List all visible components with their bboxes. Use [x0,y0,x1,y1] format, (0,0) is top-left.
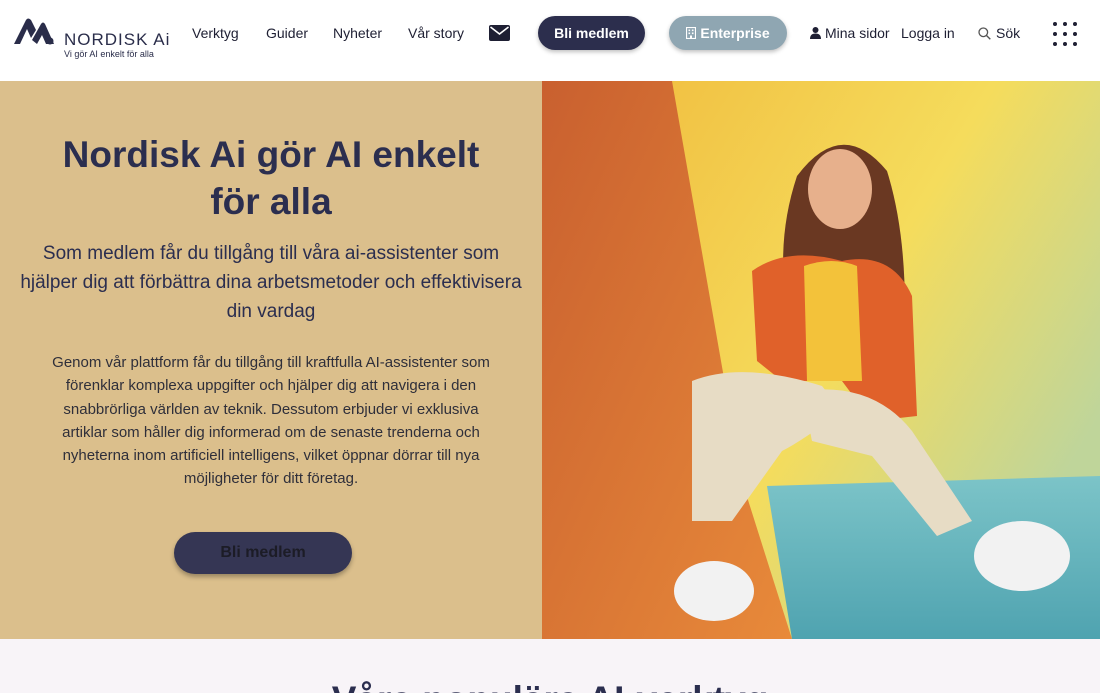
user-icon [810,27,821,39]
hero-subtitle: Som medlem får du tillgång till våra ai-… [20,243,522,322]
app-grid-menu-icon[interactable] [1052,21,1078,47]
popular-tools-section: Våra populära AI-verktyg [0,639,1100,693]
brand-logo[interactable]: NORDISK Ai Vi gör AI enkelt för alla [12,16,172,64]
search-icon [978,27,991,40]
hero-body-text: Genom vår plattform får du tillgång till… [52,354,490,488]
site-header: NORDISK Ai Vi gör AI enkelt för alla Ver… [0,0,1100,81]
nav-item-var-story[interactable]: Vår story [408,25,464,41]
nav-item-verktyg[interactable]: Verktyg [192,25,239,41]
member-button[interactable]: Bli medlem [538,16,645,50]
brand-tagline: Vi gör AI enkelt för alla [64,49,154,59]
my-pages-label: Mina sidor [825,25,890,41]
hero-text-panel: Nordisk Ai gör AI enkelt för alla Som me… [0,81,542,639]
hero-title: Nordisk Ai gör AI enkelt för alla [62,134,480,222]
login-link[interactable]: Logga in [901,25,955,41]
nav-item-guider[interactable]: Guider [266,25,308,41]
search-label: Sök [996,25,1021,41]
search-link[interactable]: Sök [978,25,1020,41]
hero-photo-illustration [542,81,1100,639]
hero-member-button[interactable]: Bli medlem [174,532,352,574]
nav-item-nyheter[interactable]: Nyheter [333,25,382,41]
my-pages-link[interactable]: Mina sidor [810,25,890,41]
building-icon [686,27,697,39]
logo-mark-icon [14,18,54,45]
hero-image [542,81,1100,639]
section-title: Våra populära AI-verktyg [0,679,1100,693]
envelope-icon[interactable] [489,25,510,41]
enterprise-label: Enterprise [700,25,770,41]
enterprise-button[interactable]: Enterprise [669,16,787,50]
brand-name: NORDISK Ai [64,30,171,49]
